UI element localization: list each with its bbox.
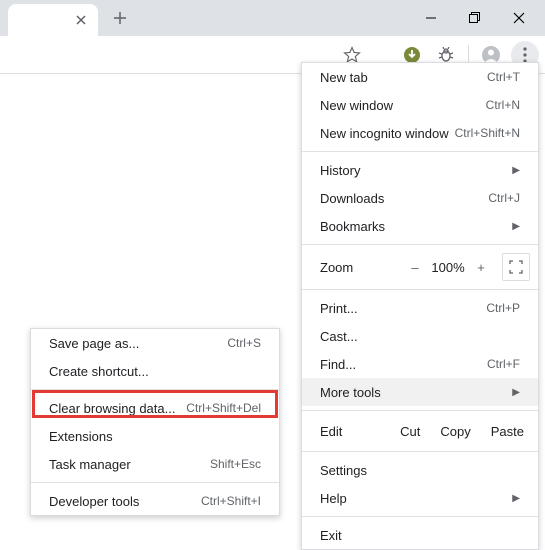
zoom-label: Zoom — [320, 260, 402, 275]
submenu-arrow-icon: ▶ — [512, 387, 520, 398]
menu-label: Exit — [320, 528, 520, 543]
submenu-arrow-icon: ▶ — [512, 221, 520, 232]
copy-button[interactable]: Copy — [430, 420, 480, 443]
menu-shortcut: Shift+Esc — [210, 457, 261, 471]
menu-more-tools[interactable]: More tools ▶ — [302, 378, 538, 406]
menu-label: Print... — [320, 301, 486, 316]
menu-label: Find... — [320, 357, 487, 372]
menu-bookmarks[interactable]: Bookmarks ▶ — [302, 212, 538, 240]
menu-print[interactable]: Print... Ctrl+P — [302, 294, 538, 322]
menu-label: New window — [320, 98, 486, 113]
menu-shortcut: Ctrl+N — [486, 98, 520, 112]
menu-new-tab[interactable]: New tab Ctrl+T — [302, 63, 538, 91]
close-tab-icon[interactable] — [74, 13, 88, 27]
submenu-create-shortcut[interactable]: Create shortcut... — [31, 357, 279, 385]
menu-label: Downloads — [320, 191, 488, 206]
menu-label: Help — [320, 491, 504, 506]
cut-button[interactable]: Cut — [390, 420, 430, 443]
menu-label: Task manager — [49, 457, 210, 472]
menu-label: Cast... — [320, 329, 520, 344]
menu-separator — [302, 289, 538, 290]
paste-button[interactable]: Paste — [481, 420, 534, 443]
zoom-out-button[interactable]: – — [402, 254, 428, 280]
menu-edit: Edit Cut Copy Paste — [302, 415, 538, 447]
browser-tab[interactable] — [8, 4, 98, 36]
menu-label: Create shortcut... — [49, 364, 261, 379]
menu-shortcut: Ctrl+S — [227, 336, 261, 350]
more-tools-submenu: Save page as... Ctrl+S Create shortcut..… — [30, 328, 280, 516]
submenu-task-manager[interactable]: Task manager Shift+Esc — [31, 450, 279, 478]
window-controls — [409, 3, 541, 33]
submenu-extensions[interactable]: Extensions — [31, 422, 279, 450]
menu-help[interactable]: Help ▶ — [302, 484, 538, 512]
menu-separator — [31, 389, 279, 390]
menu-separator — [302, 451, 538, 452]
menu-separator — [31, 482, 279, 483]
submenu-arrow-icon: ▶ — [512, 165, 520, 176]
menu-zoom: Zoom – 100% + — [302, 249, 538, 285]
tab-strip — [0, 0, 134, 36]
menu-label: Settings — [320, 463, 520, 478]
menu-label: Bookmarks — [320, 219, 504, 234]
menu-downloads[interactable]: Downloads Ctrl+J — [302, 184, 538, 212]
menu-cast[interactable]: Cast... — [302, 322, 538, 350]
menu-label: Developer tools — [49, 494, 201, 509]
maximize-button[interactable] — [453, 3, 497, 33]
menu-separator — [302, 244, 538, 245]
menu-shortcut: Ctrl+J — [488, 191, 520, 205]
menu-label: New tab — [320, 70, 487, 85]
submenu-developer-tools[interactable]: Developer tools Ctrl+Shift+I — [31, 487, 279, 515]
main-menu: New tab Ctrl+T New window Ctrl+N New inc… — [301, 62, 539, 550]
menu-label: New incognito window — [320, 126, 455, 141]
menu-history[interactable]: History ▶ — [302, 156, 538, 184]
menu-label: Save page as... — [49, 336, 227, 351]
zoom-value: 100% — [428, 260, 468, 275]
submenu-clear-browsing-data[interactable]: Clear browsing data... Ctrl+Shift+Del — [31, 394, 279, 422]
menu-find[interactable]: Find... Ctrl+F — [302, 350, 538, 378]
menu-settings[interactable]: Settings — [302, 456, 538, 484]
minimize-button[interactable] — [409, 3, 453, 33]
new-tab-button[interactable] — [106, 4, 134, 32]
menu-separator — [302, 151, 538, 152]
menu-label: History — [320, 163, 504, 178]
edit-label: Edit — [320, 424, 390, 439]
menu-label: Clear browsing data... — [49, 401, 186, 416]
menu-shortcut: Ctrl+F — [487, 357, 520, 371]
submenu-save-page[interactable]: Save page as... Ctrl+S — [31, 329, 279, 357]
menu-label: More tools — [320, 385, 504, 400]
menu-shortcut: Ctrl+Shift+N — [455, 126, 520, 140]
submenu-arrow-icon: ▶ — [512, 493, 520, 504]
menu-shortcut: Ctrl+Shift+I — [201, 494, 261, 508]
menu-shortcut: Ctrl+T — [487, 70, 520, 84]
menu-label: Extensions — [49, 429, 261, 444]
menu-separator — [302, 516, 538, 517]
menu-separator — [302, 410, 538, 411]
fullscreen-button[interactable] — [502, 253, 530, 281]
menu-new-incognito[interactable]: New incognito window Ctrl+Shift+N — [302, 119, 538, 147]
close-window-button[interactable] — [497, 3, 541, 33]
menu-exit[interactable]: Exit — [302, 521, 538, 549]
menu-shortcut: Ctrl+Shift+Del — [186, 401, 261, 415]
titlebar — [0, 0, 545, 36]
menu-new-window[interactable]: New window Ctrl+N — [302, 91, 538, 119]
menu-shortcut: Ctrl+P — [486, 301, 520, 315]
zoom-in-button[interactable]: + — [468, 254, 494, 280]
